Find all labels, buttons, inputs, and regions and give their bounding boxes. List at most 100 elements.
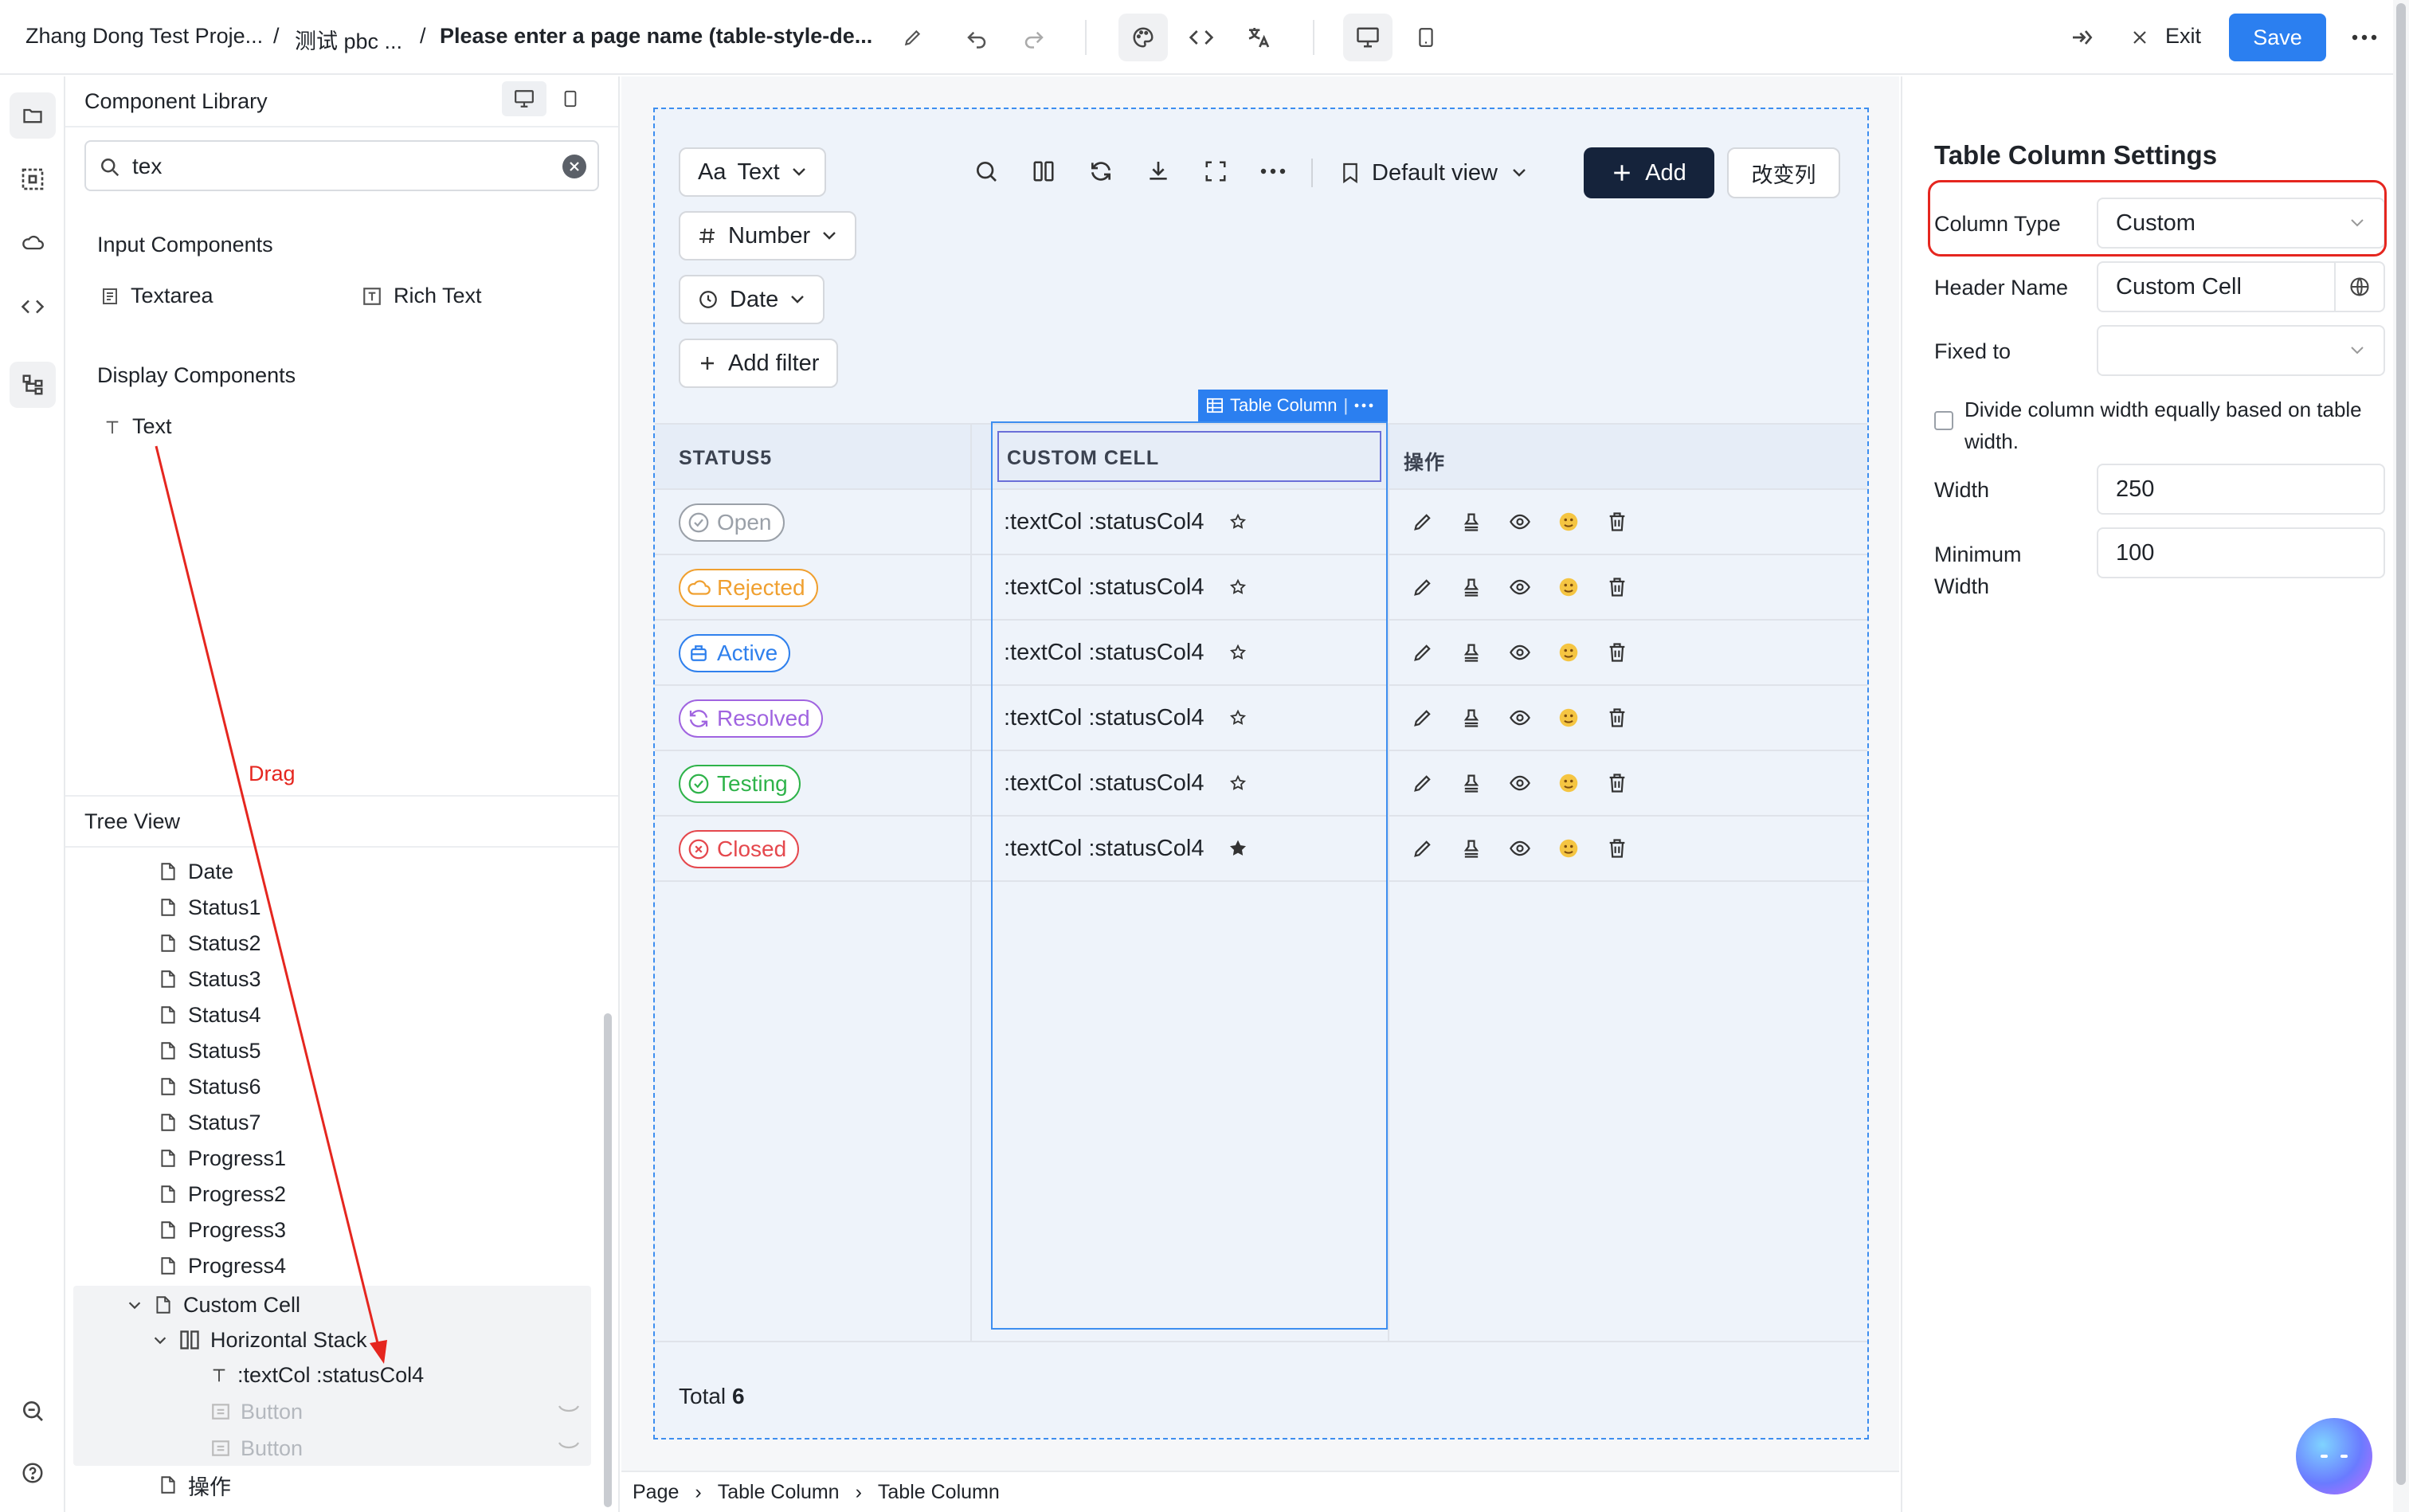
stamp-icon[interactable] — [1457, 703, 1486, 732]
tree-scrollbar[interactable] — [604, 1013, 612, 1507]
breadcrumb-item[interactable]: Table Column — [878, 1481, 1000, 1504]
stamp-icon[interactable] — [1457, 769, 1486, 797]
header-name-input[interactable]: Custom Cell — [2097, 261, 2385, 312]
desktop-view-icon[interactable] — [1343, 14, 1393, 61]
eye-icon[interactable] — [1506, 834, 1534, 863]
eye-icon[interactable] — [1506, 769, 1534, 797]
min-width-input[interactable]: 100 — [2097, 527, 2385, 578]
stamp-icon[interactable] — [1457, 507, 1486, 536]
download-icon[interactable] — [1141, 154, 1176, 189]
breadcrumb-item[interactable]: Page — [633, 1481, 679, 1504]
refresh-icon[interactable] — [1083, 154, 1118, 189]
more-icon[interactable] — [2348, 22, 2380, 53]
theme-palette-icon[interactable] — [1118, 14, 1168, 61]
pages-folder-icon[interactable] — [10, 92, 56, 139]
help-icon[interactable] — [10, 1450, 56, 1496]
mobile-view-icon[interactable] — [1410, 22, 1442, 53]
eye-icon[interactable] — [1506, 507, 1534, 536]
undo-icon[interactable] — [961, 22, 993, 53]
change-columns-button[interactable]: 改变列 — [1727, 147, 1840, 198]
edit-pencil-icon[interactable] — [897, 22, 929, 53]
redo-icon[interactable] — [1018, 22, 1050, 53]
window-scrollbar[interactable] — [2396, 3, 2406, 1485]
tree-item[interactable]: Status6 — [158, 1069, 261, 1104]
emoji-icon[interactable] — [1554, 507, 1583, 536]
tree-item-horizontal-stack[interactable]: Horizontal Stack — [151, 1322, 367, 1357]
width-input[interactable]: 250 — [2097, 464, 2385, 515]
stamp-icon[interactable] — [1457, 638, 1486, 667]
columns-icon[interactable] — [1026, 154, 1061, 189]
project-name[interactable]: Zhang Dong Test Proje... — [25, 24, 263, 49]
edit-pencil-icon[interactable] — [1408, 834, 1437, 863]
edit-pencil-icon[interactable] — [1408, 573, 1437, 601]
component-textarea[interactable]: Textarea — [100, 284, 213, 308]
eye-icon[interactable] — [1506, 703, 1534, 732]
translate-icon[interactable] — [1243, 22, 1275, 53]
more-icon[interactable] — [1354, 403, 1373, 408]
eye-icon[interactable] — [1506, 573, 1534, 601]
emoji-icon[interactable] — [1554, 769, 1583, 797]
more-icon[interactable] — [1255, 154, 1291, 189]
page-name[interactable]: Please enter a page name (table-style-de… — [440, 24, 872, 49]
tree-item[interactable]: Progress2 — [158, 1177, 286, 1212]
tree-item-button[interactable]: Button — [210, 1431, 303, 1466]
header-ops[interactable]: 操作 — [1404, 447, 1445, 476]
close-icon[interactable] — [2124, 22, 2156, 53]
column-divider[interactable] — [970, 425, 972, 1341]
tree-item[interactable]: Progress1 — [158, 1141, 286, 1176]
header-status5[interactable]: STATUS5 — [679, 447, 772, 470]
emoji-icon[interactable] — [1554, 703, 1583, 732]
hidden-eye-icon[interactable] — [558, 1440, 580, 1453]
cloud-icon[interactable] — [10, 220, 56, 266]
edit-pencil-icon[interactable] — [1408, 769, 1437, 797]
eye-icon[interactable] — [1506, 638, 1534, 667]
trash-icon[interactable] — [1603, 507, 1631, 536]
trash-icon[interactable] — [1603, 834, 1631, 863]
divide-width-checkbox[interactable] — [1934, 411, 1953, 430]
code-icon[interactable] — [10, 284, 56, 330]
exit-button[interactable]: Exit — [2165, 24, 2201, 49]
edit-pencil-icon[interactable] — [1408, 638, 1437, 667]
tree-item-ops[interactable]: 操作 — [158, 1467, 231, 1502]
trash-icon[interactable] — [1603, 638, 1631, 667]
emoji-icon[interactable] — [1554, 573, 1583, 601]
text-filter-button[interactable]: Aa Text — [679, 147, 826, 197]
mobile-toggle-icon[interactable] — [553, 81, 588, 116]
search-icon[interactable] — [969, 154, 1004, 189]
component-select-icon[interactable] — [10, 156, 56, 202]
selection-tag[interactable]: Table Column | — [1198, 390, 1388, 421]
app-name[interactable]: 测试 pbc ... — [295, 24, 402, 55]
tree-item[interactable]: Progress3 — [158, 1212, 286, 1248]
component-rich-text[interactable]: Rich Text — [362, 284, 482, 308]
tree-item[interactable]: Progress4 — [158, 1248, 286, 1283]
fixed-to-select[interactable] — [2097, 325, 2385, 376]
breadcrumb-item[interactable]: Table Column — [718, 1481, 840, 1504]
tree-item-button[interactable]: Button — [210, 1394, 303, 1429]
tree-structure-icon[interactable] — [10, 362, 56, 408]
date-filter-button[interactable]: Date — [679, 275, 825, 324]
desktop-toggle-icon[interactable] — [502, 81, 546, 116]
tree-item[interactable]: Date — [158, 854, 233, 889]
search-input[interactable]: tex — [84, 140, 599, 191]
search-zoom-icon[interactable] — [10, 1388, 56, 1434]
tree-item[interactable]: Status1 — [158, 890, 261, 925]
hidden-eye-icon[interactable] — [558, 1404, 580, 1416]
globe-icon[interactable] — [2334, 263, 2384, 311]
edit-pencil-icon[interactable] — [1408, 507, 1437, 536]
save-button[interactable]: Save — [2229, 14, 2326, 61]
view-selector[interactable]: Default view — [1342, 151, 1528, 195]
add-record-button[interactable]: Add — [1584, 147, 1714, 198]
share-icon[interactable] — [2066, 22, 2098, 53]
assistant-bubble[interactable] — [2296, 1418, 2372, 1494]
selected-column-outline[interactable] — [991, 421, 1388, 1330]
clear-search-icon[interactable] — [562, 155, 586, 178]
number-filter-button[interactable]: Number — [679, 211, 857, 260]
fullscreen-icon[interactable] — [1198, 154, 1233, 189]
tree-item[interactable]: Status4 — [158, 997, 261, 1032]
emoji-icon[interactable] — [1554, 638, 1583, 667]
tree-item[interactable]: Status2 — [158, 926, 261, 961]
tree-item[interactable]: Status7 — [158, 1105, 261, 1140]
tree-item-text[interactable]: :textCol :statusCol4 — [210, 1357, 424, 1393]
chevron-down-icon[interactable] — [151, 1331, 169, 1349]
code-icon[interactable] — [1185, 22, 1217, 53]
